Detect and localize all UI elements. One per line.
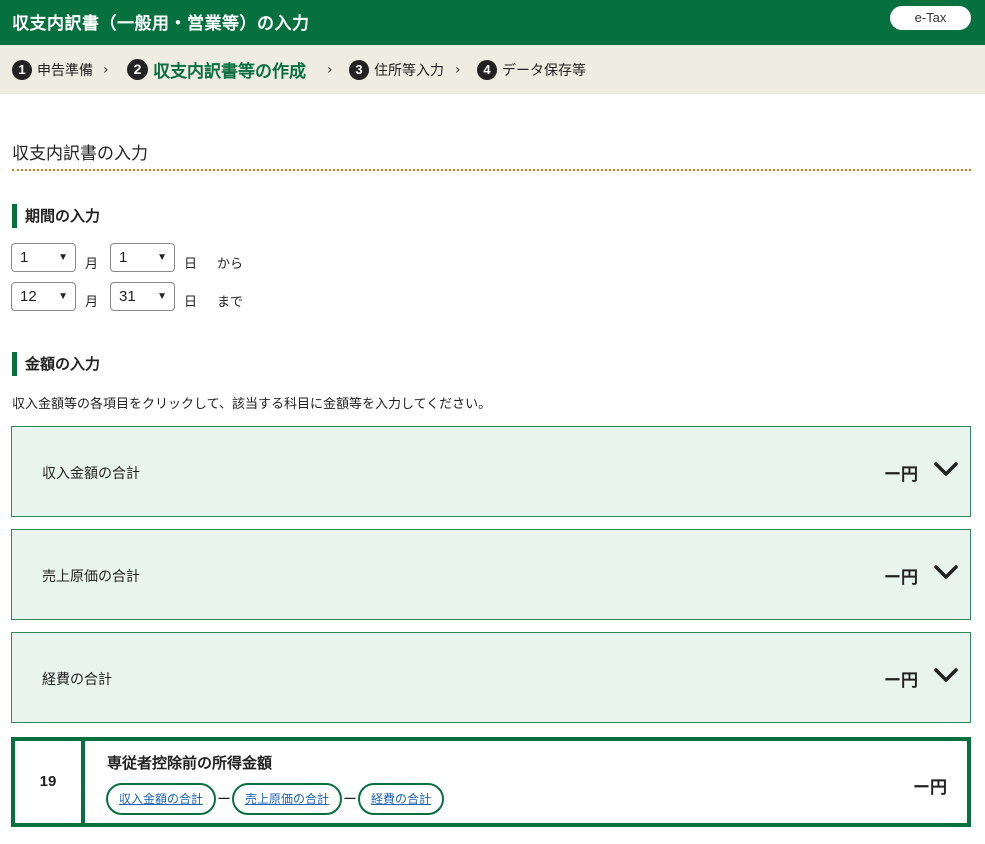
to-day-select[interactable]: 31 ▼ <box>110 282 175 311</box>
etax-button[interactable]: e-Tax <box>890 6 971 30</box>
step-1-number: 1 <box>12 59 32 80</box>
app-header: 収支内訳書（一般用・営業等）の入力 e-Tax <box>0 0 985 45</box>
step-2-current: 2 収支内訳書等の作成 <box>127 45 306 94</box>
income-before-deduction-panel: 19 専従者控除前の所得金額 収入金額の合計 ー 売上原価の合計 ー 経費の合計… <box>11 737 971 827</box>
page-header-title: 収支内訳書（一般用・営業等）の入力 <box>12 14 310 34</box>
cost-of-sales-total-section[interactable]: 売上原価の合計 ー円 <box>11 529 971 620</box>
chevron-down-icon[interactable] <box>934 663 958 687</box>
line-number: 19 <box>15 741 85 823</box>
chevron-down-icon: ▼ <box>58 291 68 302</box>
chevron-down-icon: ▼ <box>157 252 167 263</box>
from-month-value: 1 <box>20 249 29 266</box>
section-amount: ー円 <box>884 671 918 691</box>
step-4-label: データ保存等 <box>502 62 586 79</box>
income-total-section[interactable]: 収入金額の合計 ー円 <box>11 426 971 517</box>
step-4: 4 データ保存等 <box>477 45 586 94</box>
step-3-number: 3 <box>349 59 369 80</box>
from-day-unit: 日 <box>184 257 198 272</box>
step-2-label: 収支内訳書等の作成 <box>153 62 306 82</box>
amount-instruction: 収入金額等の各項目をクリックして、該当する科目に金額等を入力してください。 <box>12 397 492 412</box>
from-suffix: から <box>217 257 244 272</box>
step-separator-icon: › <box>327 61 333 78</box>
expenses-total-link[interactable]: 経費の合計 <box>358 783 445 815</box>
to-month-value: 12 <box>20 288 37 305</box>
heading-divider <box>12 169 971 171</box>
step-3: 3 住所等入力 <box>349 45 444 94</box>
step-1: 1 申告準備 <box>12 45 93 94</box>
from-day-value: 1 <box>119 249 128 266</box>
from-month-select[interactable]: 1 ▼ <box>11 243 76 272</box>
result-amount: ー円 <box>913 778 947 798</box>
amount-heading: 金額の入力 <box>12 352 100 376</box>
section-amount: ー円 <box>884 568 918 588</box>
minus-operator: ー <box>343 792 358 808</box>
section-label: 売上原価の合計 <box>42 569 140 585</box>
section-label: 経費の合計 <box>42 672 112 688</box>
to-day-value: 31 <box>119 288 136 305</box>
chevron-down-icon: ▼ <box>157 291 167 302</box>
section-amount: ー円 <box>884 465 918 485</box>
from-day-select[interactable]: 1 ▼ <box>110 243 175 272</box>
to-suffix: まで <box>217 295 244 310</box>
from-month-unit: 月 <box>85 257 99 272</box>
step-4-number: 4 <box>477 59 497 80</box>
minus-operator: ー <box>217 792 232 808</box>
chevron-down-icon[interactable] <box>934 457 958 481</box>
period-heading: 期間の入力 <box>12 204 100 228</box>
step-separator-icon: › <box>103 61 109 78</box>
income-total-link[interactable]: 収入金額の合計 <box>106 783 217 815</box>
step-separator-icon: › <box>455 61 461 78</box>
calculation-formula: 収入金額の合計 ー 売上原価の合計 ー 経費の合計 <box>106 783 445 815</box>
to-day-unit: 日 <box>184 295 198 310</box>
step-2-number: 2 <box>127 59 148 80</box>
result-title: 専従者控除前の所得金額 <box>107 754 273 772</box>
step-3-label: 住所等入力 <box>374 62 444 79</box>
chevron-down-icon[interactable] <box>934 560 958 584</box>
cost-of-sales-total-link[interactable]: 売上原価の合計 <box>232 783 343 815</box>
step-navigation: 1 申告準備 › 2 収支内訳書等の作成 › 3 住所等入力 › 4 データ保存… <box>0 45 985 94</box>
expenses-total-section[interactable]: 経費の合計 ー円 <box>11 632 971 723</box>
to-month-unit: 月 <box>85 295 99 310</box>
chevron-down-icon: ▼ <box>58 252 68 263</box>
section-label: 収入金額の合計 <box>42 466 140 482</box>
page-title: 収支内訳書の入力 <box>12 144 148 164</box>
to-month-select[interactable]: 12 ▼ <box>11 282 76 311</box>
step-1-label: 申告準備 <box>37 62 93 79</box>
